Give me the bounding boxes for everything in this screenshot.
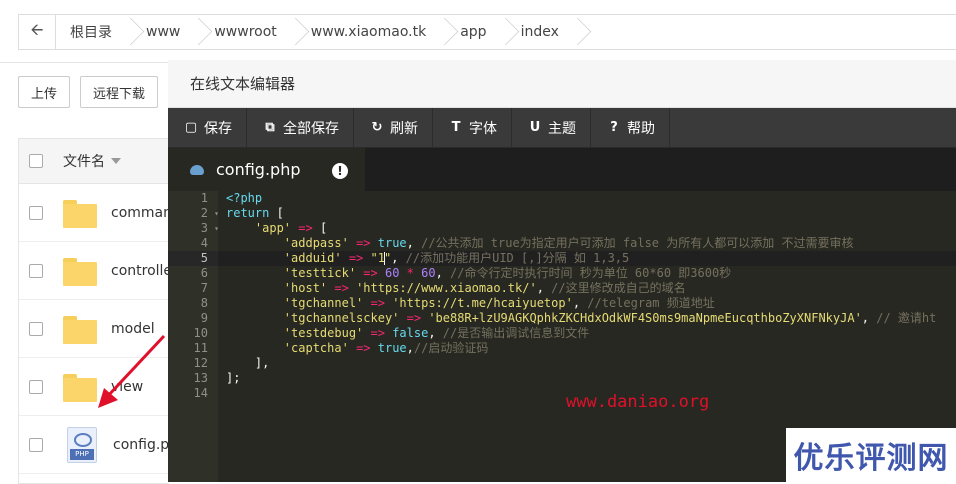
- php-icon-label: PHP: [70, 448, 94, 460]
- row-checkbox[interactable]: [29, 321, 43, 336]
- line-number: 10: [193, 326, 208, 340]
- code-line[interactable]: ];: [226, 371, 956, 386]
- list-item[interactable]: PHP config.ph: [19, 416, 178, 474]
- code-line[interactable]: 'tgchannel' => 'https://t.me/hcaiyuetop'…: [226, 296, 956, 311]
- files-icon: ⧉: [265, 120, 275, 135]
- line-number: 6: [200, 266, 208, 280]
- breadcrumb-item-index[interactable]: index: [507, 15, 579, 49]
- line-number: 14: [193, 386, 208, 400]
- code-line[interactable]: 'captcha' => true,//启动验证码: [226, 341, 956, 356]
- line-number-value: 3: [200, 221, 208, 235]
- unsaved-warning-icon[interactable]: !: [332, 163, 348, 179]
- code-line[interactable]: return [: [226, 206, 956, 221]
- code-line[interactable]: 'addpass' => true, //公共添加 true为指定用户可添加 f…: [226, 236, 956, 251]
- line-number: 11: [193, 341, 208, 355]
- line-number: 1: [200, 191, 208, 205]
- line-number: 2 ▾: [168, 206, 219, 221]
- code-line[interactable]: ],: [226, 356, 956, 371]
- line-number: 8: [200, 296, 208, 310]
- row-checkbox[interactable]: [29, 437, 43, 452]
- editor-toolbar: ▢ 保存 ⧉ 全部保存 ↻ 刷新 T 字体 U 主题 ? 帮助: [168, 108, 956, 148]
- text-cursor: [383, 252, 385, 265]
- save-icon: ▢: [184, 120, 198, 135]
- row-checkbox[interactable]: [29, 205, 43, 220]
- font-label: 字体: [469, 120, 497, 137]
- list-item[interactable]: comman: [19, 184, 172, 242]
- code-line[interactable]: 'adduid' => "1", //添加功能用户UID [,]分隔 如 1,3…: [218, 251, 956, 266]
- select-all-checkbox[interactable]: [29, 154, 43, 168]
- tab-filename: config.php: [216, 160, 301, 179]
- file-name[interactable]: controlle: [111, 263, 172, 279]
- line-number: 3 ▾: [168, 221, 219, 236]
- editor-title: 在线文本编辑器: [168, 60, 956, 108]
- save-all-button[interactable]: ⧉ 全部保存: [247, 108, 354, 147]
- column-header-filename[interactable]: 文件名: [63, 151, 105, 171]
- text-editor-modal: 在线文本编辑器 ▢ 保存 ⧉ 全部保存 ↻ 刷新 T 字体 U 主题 ? 帮助: [168, 60, 956, 482]
- line-number: 9: [200, 311, 208, 325]
- save-label: 保存: [204, 120, 232, 137]
- save-all-label: 全部保存: [283, 120, 339, 137]
- code-line[interactable]: 'testdebug' => false, //是否输出调试信息到文件: [226, 326, 956, 341]
- line-number: 12: [193, 356, 208, 370]
- help-label: 帮助: [627, 120, 655, 137]
- theme-button[interactable]: U 主题: [512, 108, 591, 147]
- theme-label: 主题: [548, 120, 576, 137]
- file-manager-header: 🡨 根目录 www wwwroot www.xiaomao.tk app ind…: [0, 0, 956, 63]
- back-arrow-icon[interactable]: 🡨: [19, 15, 56, 49]
- remote-download-button[interactable]: 远程下载: [80, 76, 159, 108]
- breadcrumb-item-app[interactable]: app: [446, 15, 506, 49]
- upload-button[interactable]: 上传: [18, 76, 71, 108]
- breadcrumb-item-www[interactable]: www: [132, 15, 200, 49]
- sort-down-icon[interactable]: [111, 158, 121, 164]
- php-file-icon: PHP: [67, 426, 97, 463]
- folder-icon: [63, 199, 97, 228]
- help-button[interactable]: ? 帮助: [591, 108, 670, 147]
- question-icon: ?: [610, 120, 618, 135]
- breadcrumb-item-site[interactable]: www.xiaomao.tk: [297, 15, 446, 49]
- php-elephant-icon: [190, 164, 204, 176]
- font-button[interactable]: T 字体: [433, 108, 512, 147]
- watermark-brand: 优乐评测网: [786, 428, 956, 482]
- file-list: 文件名 comman controlle model view PHP conf…: [18, 138, 178, 484]
- watermark-url: www.daniao.org: [566, 392, 710, 412]
- code-line[interactable]: 'testtick' => 60 * 60, //命令行定时执行时间 秒为单位 …: [226, 266, 956, 281]
- line-number-gutter: 1 2 ▾ 3 ▾ 4 5 6 7 8 9 10 11 12 13 14: [168, 191, 219, 482]
- file-toolbar: 上传 远程下载: [18, 76, 159, 108]
- code-line[interactable]: <?php: [226, 191, 956, 206]
- tab-config-php[interactable]: config.php !: [168, 148, 365, 193]
- annotation-arrow: [98, 334, 166, 408]
- code-line[interactable]: 'tgchannelsckey' => 'be88R+lzU9AGKQphkZK…: [226, 311, 956, 326]
- line-number: 5: [168, 251, 218, 266]
- line-number-value: 2: [200, 206, 208, 220]
- code-lines[interactable]: <?php return [ 'app' => [ 'addpass' => tr…: [218, 191, 956, 401]
- list-item[interactable]: controlle: [19, 242, 172, 300]
- magnet-icon: U: [529, 120, 541, 135]
- refresh-label: 刷新: [390, 120, 418, 137]
- text-height-icon: T: [451, 120, 461, 135]
- code-line[interactable]: 'app' => [: [226, 221, 956, 236]
- file-name[interactable]: comman: [111, 205, 172, 221]
- row-checkbox[interactable]: [29, 263, 43, 278]
- breadcrumb: 🡨 根目录 www wwwroot www.xiaomao.tk app ind…: [18, 14, 956, 50]
- file-list-header: 文件名: [19, 139, 169, 184]
- refresh-icon: ↻: [371, 120, 383, 135]
- breadcrumb-item-root[interactable]: 根目录: [56, 15, 132, 49]
- line-number: 7: [200, 281, 208, 295]
- code-line[interactable]: 'host' => 'https://www.xiaomao.tk/', //这…: [226, 281, 956, 296]
- row-checkbox[interactable]: [29, 379, 43, 394]
- save-button[interactable]: ▢ 保存: [168, 108, 247, 147]
- folder-icon: [63, 257, 97, 286]
- line-number: 4: [200, 236, 208, 250]
- breadcrumb-item-wwwroot[interactable]: wwwroot: [200, 15, 296, 49]
- line-number: 13: [193, 371, 208, 385]
- refresh-button[interactable]: ↻ 刷新: [354, 108, 433, 147]
- editor-tab-bar: config.php !: [168, 148, 956, 193]
- fold-arrow-icon[interactable]: ▾: [214, 221, 219, 236]
- fold-arrow-icon[interactable]: ▾: [214, 206, 219, 221]
- watermark-brand-text: 优乐评测网: [793, 441, 949, 476]
